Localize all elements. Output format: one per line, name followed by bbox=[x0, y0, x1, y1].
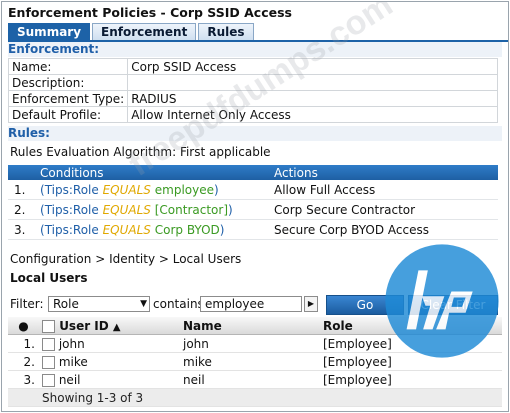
tab-rules[interactable]: Rules bbox=[198, 23, 254, 40]
rules-algorithm: Rules Evaluation Algorithm: First applic… bbox=[10, 145, 271, 159]
row-checkbox[interactable] bbox=[42, 373, 55, 387]
actions-header: Actions bbox=[271, 165, 498, 180]
detail-row-name: Name: Corp SSID Access bbox=[7, 58, 498, 75]
tab-bar: Summary Enforcement Rules bbox=[8, 23, 256, 40]
condition-attribute: Tips:Role bbox=[44, 222, 99, 237]
detail-label: Default Profile: bbox=[7, 106, 129, 123]
row-number: 1. bbox=[8, 334, 39, 353]
play-arrow-icon[interactable]: ▶ bbox=[304, 296, 318, 312]
enforcement-policy-panel: Enforcement Policies - Corp SSID Access … bbox=[1, 1, 509, 412]
condition-value: Corp BYOD bbox=[154, 222, 220, 237]
users-header-row: ● User ID ▲ Name Role bbox=[8, 317, 502, 335]
local-users-title: Local Users bbox=[10, 271, 88, 285]
rule-action: Secure Corp BYOD Access bbox=[271, 219, 498, 240]
rules-table: Conditions Actions 1. (Tips:Role EQUALS … bbox=[8, 165, 498, 240]
detail-row-type: Enforcement Type: RADIUS bbox=[7, 90, 498, 107]
row-number: 2. bbox=[8, 352, 39, 371]
user-id-header[interactable]: User ID ▲ bbox=[39, 317, 180, 335]
user-id-cell: john bbox=[39, 334, 180, 353]
role-cell: [Employee] bbox=[320, 370, 502, 389]
rule-row: 3. (Tips:Role EQUALS Corp BYOD) Secure C… bbox=[8, 219, 498, 240]
detail-label: Name: bbox=[7, 58, 129, 75]
rule-condition: (Tips:Role EQUALS [Contractor]) bbox=[37, 199, 271, 220]
chevron-down-icon: ▼ bbox=[140, 299, 147, 309]
table-row[interactable]: 2. mike mike [Employee] bbox=[8, 352, 502, 371]
role-cell: [Employee] bbox=[320, 352, 502, 371]
paren-close: ) bbox=[213, 182, 219, 197]
pagination-summary: Showing 1-3 of 3 bbox=[39, 388, 502, 407]
detail-row-default-profile: Default Profile: Allow Internet Only Acc… bbox=[7, 106, 498, 123]
local-users-table: ● User ID ▲ Name Role 1. john john [Empl… bbox=[8, 317, 502, 407]
detail-value: Corp SSID Access bbox=[127, 58, 498, 75]
detail-value bbox=[127, 74, 498, 91]
tab-enforcement[interactable]: Enforcement bbox=[92, 23, 197, 40]
footer-spacer bbox=[8, 388, 39, 407]
condition-operator: EQUALS bbox=[102, 202, 151, 217]
name-cell: john bbox=[180, 334, 320, 353]
rule-row: 2. (Tips:Role EQUALS [Contractor]) Corp … bbox=[8, 199, 498, 220]
clear-filter-button[interactable]: Clear Filter bbox=[408, 295, 498, 315]
condition-operator: EQUALS bbox=[102, 222, 151, 237]
rule-number: 3. bbox=[8, 219, 37, 240]
role-cell: [Employee] bbox=[320, 334, 502, 353]
row-checkbox[interactable] bbox=[42, 337, 55, 351]
detail-row-description: Description: bbox=[7, 74, 498, 91]
user-id-value[interactable]: john bbox=[59, 337, 85, 351]
user-id-value[interactable]: neil bbox=[59, 373, 81, 387]
row-checkbox[interactable] bbox=[42, 355, 55, 369]
user-id-header-label: User ID bbox=[59, 318, 109, 333]
rule-condition: (Tips:Role EQUALS Corp BYOD) bbox=[37, 219, 271, 240]
rule-row: 1. (Tips:Role EQUALS employee) Allow Ful… bbox=[8, 180, 498, 200]
name-cell: mike bbox=[180, 352, 320, 371]
role-header[interactable]: Role bbox=[320, 317, 502, 335]
rule-action: Allow Full Access bbox=[271, 180, 498, 200]
rules-section-header: Rules: bbox=[8, 126, 502, 141]
tab-summary[interactable]: Summary bbox=[8, 23, 91, 40]
table-row[interactable]: 3. neil neil [Employee] bbox=[8, 370, 502, 389]
filter-label: Filter: bbox=[10, 297, 44, 311]
detail-value: Allow Internet Only Access bbox=[127, 106, 498, 123]
enforcement-details-table: Name: Corp SSID Access Description: Enfo… bbox=[7, 58, 498, 123]
rule-number: 1. bbox=[8, 180, 37, 200]
detail-label: Enforcement Type: bbox=[7, 90, 129, 107]
enforcement-section-header: Enforcement: bbox=[8, 42, 502, 57]
paren-close: ) bbox=[228, 202, 233, 217]
rule-action: Corp Secure Contractor bbox=[271, 199, 498, 220]
table-row[interactable]: 1. john john [Employee] bbox=[8, 334, 502, 353]
filter-field-value: Role bbox=[53, 297, 79, 311]
user-id-value[interactable]: mike bbox=[59, 355, 88, 369]
sort-ascending-icon: ▲ bbox=[112, 321, 121, 333]
rule-condition: (Tips:Role EQUALS employee) bbox=[37, 180, 271, 200]
filter-field-select[interactable]: Role ▼ bbox=[48, 296, 150, 312]
condition-value: [Contractor] bbox=[154, 202, 229, 217]
condition-value: employee bbox=[154, 182, 214, 197]
detail-label: Description: bbox=[7, 74, 129, 91]
conditions-header: Conditions bbox=[37, 165, 271, 180]
name-header[interactable]: Name bbox=[180, 317, 320, 335]
row-number: 3. bbox=[8, 370, 39, 389]
rule-number: 2. bbox=[8, 199, 37, 220]
filter-value-input[interactable]: employee bbox=[200, 296, 302, 312]
breadcrumb: Configuration > Identity > Local Users bbox=[10, 252, 242, 266]
condition-attribute: Tips:Role bbox=[44, 182, 99, 197]
go-button[interactable]: Go bbox=[326, 295, 404, 315]
detail-value: RADIUS bbox=[127, 90, 498, 107]
table-footer: Showing 1-3 of 3 bbox=[8, 388, 502, 407]
user-id-cell: neil bbox=[39, 370, 180, 389]
filter-contains-label: contains bbox=[153, 297, 204, 311]
name-cell: neil bbox=[180, 370, 320, 389]
condition-attribute: Tips:Role bbox=[44, 202, 99, 217]
rules-header-row: Conditions Actions bbox=[8, 165, 498, 180]
condition-operator: EQUALS bbox=[102, 182, 151, 197]
page-title: Enforcement Policies - Corp SSID Access bbox=[8, 5, 292, 20]
filter-bar: Filter: Role ▼ contains employee ▶ Go Cl… bbox=[8, 295, 502, 315]
rules-num-header bbox=[8, 165, 37, 180]
user-id-cell: mike bbox=[39, 352, 180, 371]
select-all-dot-icon[interactable]: ● bbox=[8, 317, 39, 335]
select-all-checkbox[interactable] bbox=[42, 319, 55, 333]
paren-close: ) bbox=[219, 222, 225, 237]
